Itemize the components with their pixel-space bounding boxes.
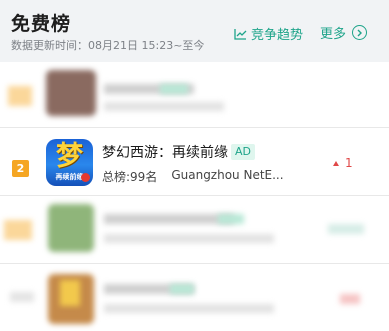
overall-rank: 总榜:99名 [102, 170, 158, 184]
list-header: 免费榜 数据更新时间：08月21日 15:23~至今 竞争趋势 更多 [0, 0, 389, 62]
app-icon[interactable]: 梦 再续前缘 [46, 139, 93, 186]
app-icon-glyph: 梦 [56, 141, 83, 172]
rank-badge: 2 [12, 160, 29, 177]
update-time: 数据更新时间：08月21日 15:23~至今 [11, 39, 205, 52]
rank-change: 1 [333, 156, 353, 170]
trend-link[interactable]: 竞争趋势 [234, 24, 303, 43]
up-arrow-icon [333, 160, 339, 166]
list-item-blurred [0, 196, 389, 262]
trend-label: 竞争趋势 [251, 28, 304, 43]
more-link[interactable]: 更多 [320, 23, 368, 42]
ad-badge: AD [231, 144, 255, 160]
list-item-blurred [0, 264, 389, 331]
app-name[interactable]: 梦幻西游：再续前缘 [102, 142, 228, 162]
chevron-right-icon [352, 25, 368, 40]
app-meta: 总榜:99名 Guangzhou NetE... [102, 168, 284, 185]
line-chart-icon [234, 28, 247, 40]
rank-change-value: 1 [345, 156, 353, 170]
list-item-blurred [0, 62, 389, 124]
app-icon-badge-dot [81, 173, 90, 182]
list-item[interactable]: 2 梦 再续前缘 梦幻西游：再续前缘 AD 总榜:99名 Guangzhou N… [0, 128, 389, 194]
more-label: 更多 [320, 27, 347, 42]
developer-name: Guangzhou NetE... [171, 168, 284, 182]
page-title: 免费榜 [11, 13, 72, 35]
